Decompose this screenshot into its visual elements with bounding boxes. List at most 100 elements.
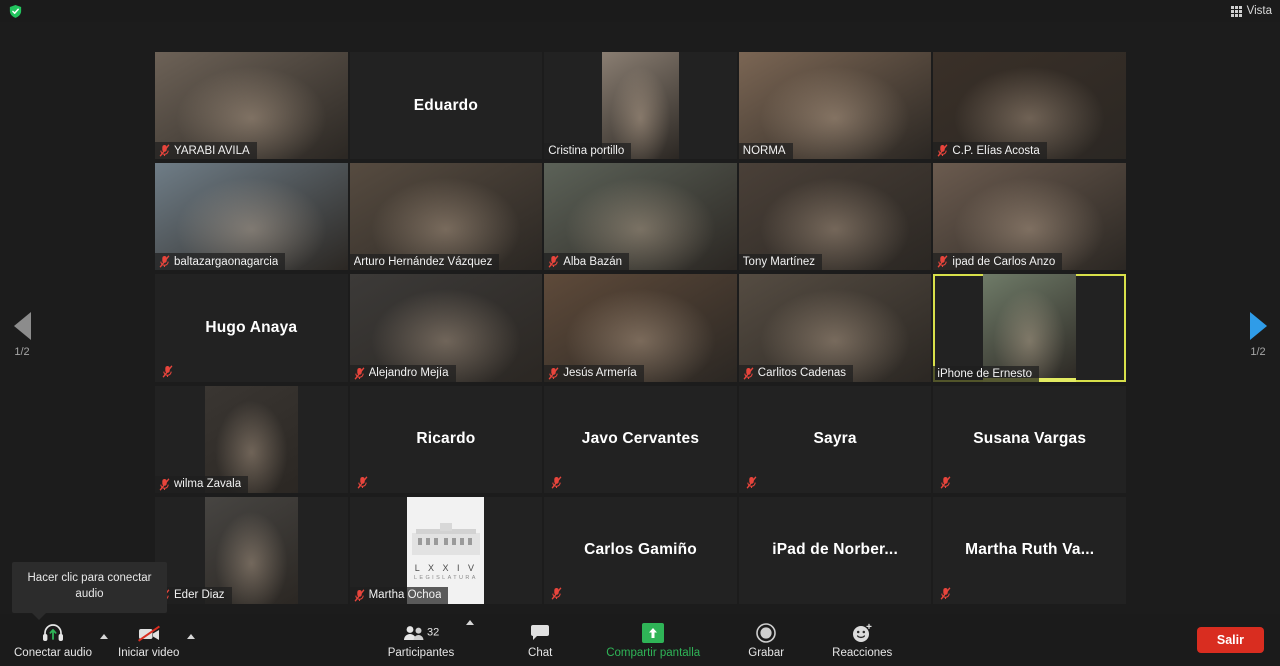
smiley-icon: [851, 622, 873, 644]
participant-tile[interactable]: Sayra: [738, 385, 932, 493]
participant-name-bar: YARABI AVILA: [155, 142, 257, 160]
top-bar: Vista: [0, 0, 1280, 22]
participant-tile[interactable]: C.P. Elías Acosta: [933, 52, 1126, 160]
page-indicator-left: 1/2: [14, 346, 30, 358]
participant-tile[interactable]: Cristina portillo: [544, 52, 737, 160]
participant-name: Arturo Hernández Vázquez: [353, 256, 493, 269]
participant-tile[interactable]: Arturo Hernández Vázquez: [349, 163, 543, 271]
microphone-muted-icon: [940, 476, 951, 489]
participant-name-bar: Cristina portillo: [544, 143, 632, 160]
reactions-label: Reacciones: [832, 646, 893, 659]
participant-name-bar: Alba Bazán: [544, 253, 630, 271]
microphone-muted-icon: [937, 255, 948, 268]
participant-name: Alejandro Mejía: [368, 367, 449, 380]
share-screen-icon: [642, 622, 665, 644]
participant-name: C.P. Elías Acosta: [952, 144, 1040, 157]
microphone-muted-icon: [551, 476, 562, 489]
participants-options-chevron[interactable]: [466, 619, 475, 625]
participant-name: Javo Cervantes: [581, 430, 700, 448]
participant-tile[interactable]: YARABI AVILA: [155, 52, 348, 160]
participant-name-bar: Jesús Armería: [544, 364, 644, 382]
reactions-button[interactable]: Reacciones: [828, 620, 896, 661]
microphone-muted-icon: [746, 476, 757, 489]
share-screen-button[interactable]: Compartir pantalla: [602, 620, 704, 661]
shield-check-icon[interactable]: [8, 4, 23, 19]
participant-name: Jesús Armería: [563, 367, 637, 380]
participant-tile[interactable]: Hugo Anaya: [155, 274, 348, 382]
grid-icon: [1230, 5, 1242, 17]
record-button[interactable]: Grabar: [740, 620, 792, 661]
microphone-muted-icon: [159, 478, 170, 491]
participant-name-bar: Carlitos Cadenas: [738, 364, 854, 382]
leave-meeting-button[interactable]: Salir: [1196, 627, 1264, 653]
participant-tile[interactable]: Alba Bazán: [544, 163, 737, 271]
svg-text:32: 32: [427, 626, 439, 638]
participant-tile[interactable]: Javo Cervantes: [544, 385, 737, 493]
chevron-left-icon: [13, 312, 31, 340]
toolbar-center-group: 32 Participantes Chat Compartir pantalla…: [0, 619, 1280, 661]
microphone-muted-icon: [159, 144, 170, 157]
participant-name-bar: wilma Zavala: [155, 475, 249, 493]
participant-name: Sayra: [813, 430, 857, 448]
microphone-muted-icon: [354, 589, 365, 602]
participant-tile[interactable]: Jesús Armería: [544, 274, 737, 382]
participant-tile[interactable]: Eder Diaz: [155, 496, 348, 604]
participant-name-bar: Tony Martínez: [738, 254, 823, 271]
chat-label: Chat: [528, 646, 553, 659]
meeting-toolbar: Conectar audio Iniciar video 32 Particip…: [0, 614, 1280, 666]
zoom-meeting-window: Vista 1/2 1/2 YARABI AVILA Eduardo Cristin…: [0, 0, 1280, 666]
video-gallery: 1/2 1/2 YARABI AVILA Eduardo Cristina port…: [0, 22, 1280, 614]
microphone-muted-icon: [354, 366, 365, 380]
participant-name: iPad de Norber...: [772, 541, 898, 559]
people-icon: 32: [401, 622, 441, 644]
chevron-right-icon: [1249, 312, 1267, 340]
participant-tile[interactable]: Carlos Gamiño: [544, 496, 737, 604]
participant-tile[interactable]: Alejandro Mejía: [349, 274, 543, 382]
participant-tile[interactable]: L X X I V LEGISLATURA Martha Ochoa: [349, 496, 543, 604]
participant-tile[interactable]: Eduardo: [349, 52, 543, 160]
participant-tile[interactable]: iPhone de Ernesto: [933, 274, 1126, 382]
share-screen-label: Compartir pantalla: [606, 646, 701, 659]
microphone-muted-icon: [937, 144, 948, 157]
page-indicator-right: 1/2: [1250, 346, 1266, 358]
participant-tile[interactable]: Carlitos Cadenas: [738, 274, 932, 382]
microphone-muted-icon: [551, 587, 562, 600]
microphone-muted-icon: [357, 476, 368, 489]
participant-grid: YARABI AVILA Eduardo Cristina portillo NORM…: [155, 52, 1126, 604]
participant-tile[interactable]: Martha Ruth Va...: [933, 496, 1126, 604]
participant-name: baltazargaonagarcia: [174, 255, 279, 268]
toolbar-right-group: Salir: [1196, 627, 1264, 653]
participant-tile[interactable]: baltazargaonagarcia: [155, 163, 348, 271]
participant-name-bar: ipad de Carlos Anzo: [933, 253, 1063, 271]
participant-tile[interactable]: Tony Martínez: [738, 163, 932, 271]
participant-name: wilma Zavala: [174, 478, 242, 491]
participant-tile[interactable]: NORMA: [738, 52, 932, 160]
participant-name: Susana Vargas: [973, 430, 1087, 448]
chat-button[interactable]: Chat: [514, 620, 566, 661]
participant-name-bar: C.P. Elías Acosta: [933, 142, 1047, 160]
participant-name: YARABI AVILA: [174, 144, 250, 157]
view-button[interactable]: Vista: [1230, 5, 1272, 17]
next-page-button[interactable]: 1/2: [1238, 312, 1278, 358]
participant-tile[interactable]: Susana Vargas: [933, 385, 1126, 493]
chat-bubble-icon: [529, 622, 551, 644]
participant-name: Martha Ochoa: [368, 589, 442, 602]
record-circle-icon: [755, 622, 777, 644]
participant-name-bar: Alejandro Mejía: [349, 364, 456, 382]
microphone-muted-icon: [940, 587, 951, 600]
participant-name: Hugo Anaya: [205, 319, 298, 337]
participants-label: Participantes: [387, 646, 455, 659]
participant-name: Ricardo: [416, 430, 476, 448]
participant-name-bar: baltazargaonagarcia: [155, 253, 286, 271]
record-label: Grabar: [748, 646, 785, 659]
participant-name: Alba Bazán: [563, 255, 623, 268]
microphone-muted-icon: [162, 364, 173, 378]
participant-tile[interactable]: Ricardo: [349, 385, 543, 493]
participant-tile[interactable]: ipad de Carlos Anzo: [933, 163, 1126, 271]
participant-tile[interactable]: iPad de Norber...: [738, 496, 932, 604]
microphone-muted-icon: [548, 255, 559, 268]
participant-tile[interactable]: wilma Zavala: [155, 385, 348, 493]
previous-page-button[interactable]: 1/2: [2, 312, 42, 358]
microphone-muted-icon: [743, 366, 754, 380]
participants-button[interactable]: 32 Participantes: [384, 620, 458, 661]
